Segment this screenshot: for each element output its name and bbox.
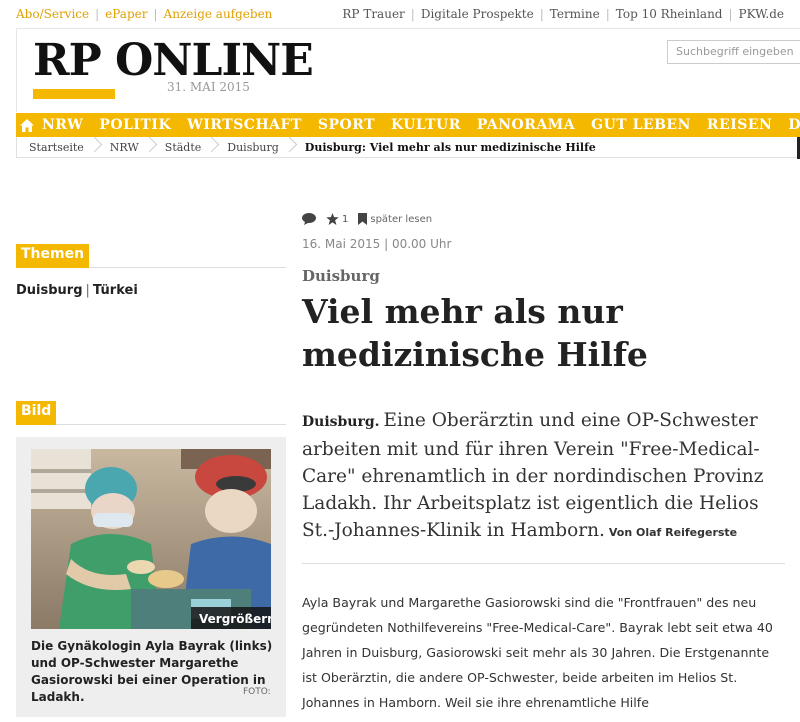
nav-item-kultur[interactable]: KULTUR (383, 117, 469, 133)
bild-heading-bar: Bild (16, 400, 286, 425)
breadcrumb-startseite[interactable]: Startseite (17, 141, 98, 154)
read-later-button[interactable]: später lesen (358, 213, 432, 225)
themen-links: Duisburg | Türkei (16, 283, 138, 298)
utility-links-right: RP Trauer | Digitale Prospekte | Termine | … (342, 7, 784, 21)
nav-item-digital[interactable]: DIGITA (780, 117, 800, 133)
publish-date: 16. Mai 2015 | 00.00 Uhr (302, 237, 452, 251)
separator: | (85, 283, 90, 298)
separator: | (95, 7, 100, 21)
main-navigation: NRW POLITIK WIRTSCHAFT SPORT KULTUR PANO… (16, 113, 800, 137)
breadcrumb-duisburg[interactable]: Duisburg (215, 141, 293, 154)
zoom-label: Vergrößern (199, 612, 271, 626)
image-caption: Die Gynäkologin Ayla Bayrak (links) und … (31, 639, 273, 704)
themen-heading-bar: Themen (16, 243, 286, 268)
article-kicker: Duisburg (302, 267, 380, 285)
themen-heading: Themen (16, 244, 90, 268)
link-termine[interactable]: Termine (550, 7, 600, 21)
nav-item-panorama[interactable]: PANORAMA (469, 117, 583, 133)
home-icon[interactable] (20, 113, 34, 137)
author-link[interactable]: Von Olaf Reifegerste (609, 526, 737, 539)
nav-item-gut-leben[interactable]: GUT LEBEN (583, 117, 699, 133)
breadcrumb-current: Duisburg: Viel mehr als nur medizinische… (304, 140, 596, 154)
separator: | (539, 7, 544, 21)
breadcrumb-nrw[interactable]: NRW (98, 141, 153, 154)
favorite-count: 1 (342, 213, 349, 225)
star-icon (326, 213, 339, 225)
edition-date: 31. MAI 2015 (167, 80, 250, 94)
photo-credit: FOTO: (243, 687, 271, 697)
link-epaper[interactable]: ePaper (105, 7, 147, 21)
divider (302, 563, 785, 564)
lead-location: Duisburg. (302, 414, 380, 430)
zoom-button[interactable]: Vergrößern❯ (191, 607, 271, 629)
nav-item-politik[interactable]: POLITIK (91, 117, 179, 133)
favorite-button[interactable]: 1 (326, 213, 348, 225)
nav-item-nrw[interactable]: NRW (34, 117, 91, 133)
bild-heading: Bild (16, 401, 57, 425)
breadcrumb: Startseite NRW Städte Duisburg Duisburg:… (16, 137, 800, 158)
link-anzeige-aufgeben[interactable]: Anzeige aufgeben (164, 7, 273, 21)
separator: | (410, 7, 415, 21)
logo-accent-stripe (33, 89, 115, 99)
article-headline: Viel mehr als nur medizinische Hilfe (302, 292, 648, 374)
site-logo[interactable]: RP ONLINE (33, 39, 314, 83)
nav-item-reisen[interactable]: REISEN (699, 117, 780, 133)
themen-link-duisburg[interactable]: Duisburg (16, 283, 83, 298)
separator: | (153, 7, 158, 21)
utility-bar: Abo/Service | ePaper | Anzeige aufgeben RP… (0, 0, 800, 28)
image-box: Vergrößern❯ Die Gynäkologin Ayla Bayrak … (16, 437, 286, 717)
bookmark-icon (358, 213, 368, 225)
link-pkw-de[interactable]: PKW.de (739, 7, 784, 21)
utility-links-left: Abo/Service | ePaper | Anzeige aufgeben (16, 7, 272, 21)
comment-icon[interactable] (302, 213, 316, 225)
nav-item-sport[interactable]: SPORT (310, 117, 383, 133)
separator: | (605, 7, 610, 21)
themen-link-tuerkei[interactable]: Türkei (93, 283, 138, 298)
link-top10-rheinland[interactable]: Top 10 Rheinland (616, 7, 723, 21)
nav-item-wirtschaft[interactable]: WIRTSCHAFT (179, 117, 310, 133)
article-lead: Duisburg. Eine Oberärztin und eine OP-Sch… (302, 407, 792, 546)
separator: | (728, 7, 733, 21)
article-body: Ayla Bayrak und Margarethe Gasiorowski s… (302, 595, 773, 710)
article-actions: 1 später lesen (302, 213, 442, 225)
article-photo[interactable]: Vergrößern❯ (31, 449, 271, 629)
link-digitale-prospekte[interactable]: Digitale Prospekte (421, 7, 534, 21)
link-abo-service[interactable]: Abo/Service (16, 7, 89, 21)
masthead: RP ONLINE 31. MAI 2015 Suchbegriff einge… (16, 28, 800, 112)
read-later-label: später lesen (370, 213, 433, 225)
search-input[interactable]: Suchbegriff eingeben (667, 40, 800, 64)
link-rp-trauer[interactable]: RP Trauer (342, 7, 404, 21)
breadcrumb-staedte[interactable]: Städte (153, 141, 216, 154)
